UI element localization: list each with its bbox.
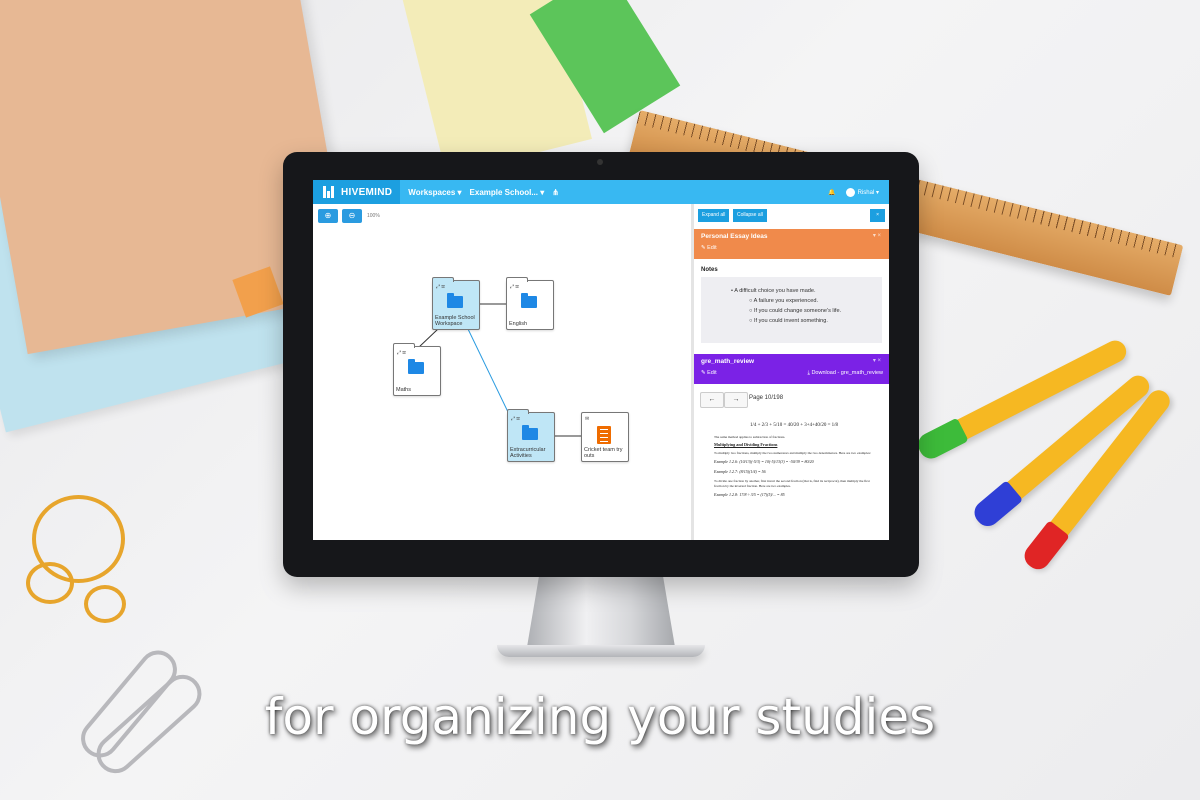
folder-icon bbox=[521, 293, 537, 308]
note-item: If you could invent something. bbox=[753, 318, 828, 324]
node-extracurricular-activities[interactable]: ⤢ ✉ Extracurricular Activities bbox=[507, 409, 555, 462]
bell-icon[interactable]: 🔔 bbox=[828, 189, 835, 196]
rubber-band-decor bbox=[84, 585, 126, 623]
collapse-all-button[interactable]: Collapse all bbox=[733, 209, 767, 222]
pdf-paragraph: To multiply two fractions, multiply the … bbox=[714, 450, 871, 455]
folder-icon bbox=[522, 425, 538, 440]
edit-link[interactable]: ✎ Edit bbox=[701, 245, 717, 251]
expand-comment-icons[interactable]: ⤢ ✉ bbox=[510, 284, 519, 290]
tagline: for organizing your studies bbox=[264, 688, 936, 746]
expand-comment-icons[interactable]: ⤢ ✉ bbox=[397, 350, 406, 356]
pdf-heading: Multiplying and Dividing Fractions bbox=[714, 442, 778, 447]
node-label: Maths bbox=[396, 387, 411, 393]
note-item: If you could change someone's life. bbox=[753, 308, 842, 314]
pdf-example: Example 1.2.6: (10/13)(-5/3) = 10(-5)/13… bbox=[714, 459, 814, 464]
arrow-left-icon: ← bbox=[708, 396, 716, 403]
hivemind-logo-icon bbox=[323, 186, 337, 198]
note-subitem: ○ If you could change someone's life. bbox=[749, 308, 842, 314]
connector-lines bbox=[417, 303, 581, 437]
pdf-paragraph: To divide one fraction by another, first… bbox=[714, 479, 870, 488]
note-item: A difficult choice you have made. bbox=[734, 288, 816, 294]
zoom-in-icon: ⊕ bbox=[324, 211, 332, 220]
chevron-down-icon[interactable]: ▾ × bbox=[873, 232, 881, 239]
note-item: A failure you experienced. bbox=[753, 298, 818, 304]
user-name: Rishal bbox=[857, 189, 875, 196]
expand-comment-icons[interactable]: ⤢ ✉ bbox=[511, 416, 520, 422]
edge-line bbox=[467, 328, 509, 413]
node-maths[interactable]: ⤢ ✉ Maths bbox=[393, 343, 441, 396]
node-example-school-workspace[interactable]: ⤢ ✉ Example School Workspace bbox=[432, 277, 480, 330]
folder-tab bbox=[432, 277, 454, 282]
edit-label: Edit bbox=[707, 245, 717, 251]
zoom-out-button[interactable]: ⊖ bbox=[342, 209, 362, 223]
zoom-in-button[interactable]: ⊕ bbox=[318, 209, 338, 223]
note-subitem: ○ If you could invent something. bbox=[749, 318, 828, 324]
pdf-preview[interactable]: 1/4 + 2/3 + 5/10 = 40/20 + 3+4+40/20 = 1… bbox=[714, 423, 874, 503]
current-workspace-menu[interactable]: Example School... ▾ bbox=[470, 188, 545, 197]
notes-box: • A difficult choice you have made. ○ A … bbox=[701, 277, 882, 343]
card-title: gre_math_review bbox=[701, 358, 755, 365]
folder-icon bbox=[408, 359, 424, 374]
app-screen: HIVEMIND Workspaces ▾ Example School... … bbox=[313, 180, 889, 540]
node-label: English bbox=[509, 321, 528, 327]
comment-icon[interactable]: ✉ bbox=[585, 416, 589, 422]
prev-page-button[interactable]: ← bbox=[700, 392, 724, 408]
expand-comment-icons[interactable]: ⤢ ✉ bbox=[436, 284, 445, 290]
monitor-stand bbox=[527, 577, 675, 647]
note-subitem: ○ A failure you experienced. bbox=[749, 298, 818, 304]
page-indicator: Page 10/198 bbox=[749, 395, 784, 401]
monitor-base bbox=[497, 645, 705, 657]
node-label: Example School Workspace bbox=[435, 315, 475, 327]
mindmap-canvas[interactable]: ⊕ ⊖ 100% ⤢ ✉ Example School Workspace ⤢ … bbox=[313, 204, 691, 540]
note-bullet: • A difficult choice you have made. bbox=[731, 288, 816, 294]
brand-logo[interactable]: HIVEMIND bbox=[313, 180, 401, 204]
next-page-button[interactable]: → bbox=[724, 392, 748, 408]
user-menu[interactable]: Rishal ▾ bbox=[845, 187, 879, 197]
arrow-right-icon: → bbox=[732, 396, 740, 403]
notes-label: Notes bbox=[701, 267, 718, 273]
expand-all-button[interactable]: Expand all bbox=[698, 209, 730, 222]
avatar bbox=[845, 187, 855, 197]
workspaces-menu[interactable]: Workspaces ▾ bbox=[408, 188, 461, 197]
pdf-example: Example 1.2.7: (8/15)(1/4) = 56 bbox=[714, 468, 766, 474]
zoom-out-icon: ⊖ bbox=[348, 211, 356, 220]
card-title: Personal Essay Ideas bbox=[701, 233, 768, 240]
details-panel: Expand all Collapse all × Personal Essay… bbox=[694, 204, 889, 540]
rubber-band-decor bbox=[26, 562, 74, 604]
pdf-example: Example 1.2.8: 17/8 ÷ 3/5 = (17)(5)/... … bbox=[714, 492, 785, 497]
pdf-paragraph: The same method applies to subtraction o… bbox=[714, 434, 786, 439]
camera-icon bbox=[597, 159, 603, 165]
brand-name: HIVEMIND bbox=[341, 186, 393, 198]
folder-icon bbox=[447, 293, 463, 308]
download-label: Download - gre_math_review bbox=[811, 370, 883, 376]
folder-tab bbox=[393, 343, 415, 348]
edit-link[interactable]: ✎ Edit bbox=[701, 370, 717, 376]
card-header-personal-essay-ideas: Personal Essay Ideas ▾ × ✎ Edit bbox=[694, 229, 889, 259]
folder-tab bbox=[506, 277, 528, 282]
card-header-gre-math-review: gre_math_review ▾ × ✎ Edit ⤓ Download - … bbox=[694, 354, 889, 384]
chevron-down-icon[interactable]: ▾ × bbox=[873, 357, 881, 364]
green-marker-decor bbox=[914, 336, 1130, 463]
top-navbar: HIVEMIND Workspaces ▾ Example School... … bbox=[313, 180, 889, 204]
document-icon bbox=[597, 426, 611, 444]
close-panel-button[interactable]: × bbox=[870, 209, 885, 222]
edit-label: Edit bbox=[707, 370, 717, 376]
pdf-equation: 1/4 + 2/3 + 5/10 = 40/20 + 3+4+40/20 = 1… bbox=[749, 423, 839, 428]
download-link[interactable]: ⤓ Download - gre_math_review bbox=[807, 370, 883, 377]
node-cricket-team-try-outs[interactable]: ✉ Cricket team try outs bbox=[581, 412, 629, 462]
sitemap-icon[interactable]: ⋔ bbox=[552, 188, 559, 197]
zoom-level: 100% bbox=[367, 213, 380, 219]
node-english[interactable]: ⤢ ✉ English bbox=[506, 277, 554, 330]
node-label: Extracurricular Activities bbox=[510, 447, 546, 459]
node-label: Cricket team try outs bbox=[584, 447, 623, 459]
folder-tab bbox=[507, 409, 529, 414]
